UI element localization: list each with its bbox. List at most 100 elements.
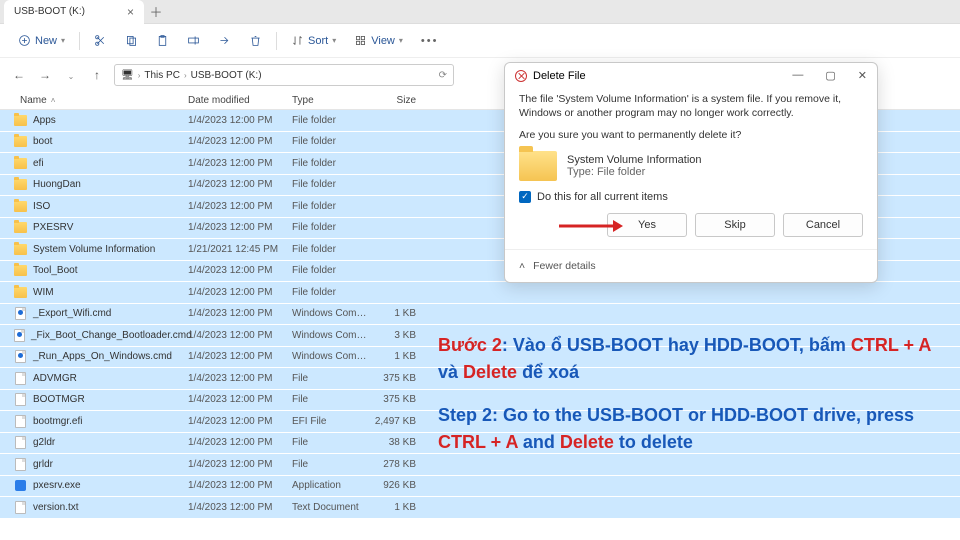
forward-button[interactable]: → — [36, 68, 54, 82]
refresh-icon[interactable]: ⟳ — [439, 70, 447, 81]
file-size: 3 KB — [372, 330, 428, 341]
back-button[interactable]: ← — [10, 68, 28, 82]
file-date: 1/4/2023 12:00 PM — [188, 459, 292, 470]
file-type: Text Document — [292, 502, 372, 513]
crumb-root[interactable]: This PC — [144, 70, 180, 81]
file-date: 1/4/2023 12:00 PM — [188, 201, 292, 212]
chevron-up-icon: ˄ — [519, 260, 525, 272]
file-icon — [15, 415, 26, 428]
copy-button[interactable] — [119, 30, 144, 51]
file-type: File folder — [292, 244, 372, 255]
file-type: File folder — [292, 201, 372, 212]
copy-icon — [125, 34, 138, 47]
sort-button[interactable]: Sort ▾ — [285, 30, 342, 51]
folder-icon — [14, 158, 27, 169]
col-header-name[interactable]: Name ˄ — [0, 95, 188, 106]
exe-icon — [15, 480, 26, 491]
file-type: File folder — [292, 158, 372, 169]
close-tab-icon[interactable]: × — [127, 5, 134, 19]
recent-button[interactable]: ⌄ — [62, 68, 80, 82]
folder-icon — [14, 136, 27, 147]
delete-dialog: Delete File — ▢ ✕ The file 'System Volum… — [504, 62, 878, 283]
sort-asc-icon: ˄ — [51, 96, 56, 105]
file-type: File — [292, 459, 372, 470]
file-name: Tool_Boot — [33, 265, 77, 276]
file-type: File folder — [292, 222, 372, 233]
separator — [79, 32, 80, 50]
file-size: 1 KB — [372, 351, 428, 362]
skip-button[interactable]: Skip — [695, 213, 775, 237]
file-size: 375 KB — [372, 373, 428, 384]
file-size: 375 KB — [372, 394, 428, 405]
file-type: EFI File — [292, 416, 372, 427]
file-date: 1/4/2023 12:00 PM — [188, 179, 292, 190]
paste-button[interactable] — [150, 30, 175, 51]
up-button[interactable]: ↑ — [88, 68, 106, 82]
file-icon — [15, 501, 26, 514]
file-type: Windows Comma... — [292, 351, 372, 362]
delete-button[interactable] — [243, 30, 268, 51]
file-row[interactable]: version.txt1/4/2023 12:00 PMText Documen… — [0, 497, 960, 519]
share-icon — [218, 34, 231, 47]
minimize-button[interactable]: — — [792, 69, 803, 82]
dialog-titlebar: Delete File — ▢ ✕ — [505, 63, 877, 88]
file-name: ADVMGR — [33, 373, 77, 384]
view-button[interactable]: View ▾ — [348, 30, 409, 51]
cmd-file-icon — [15, 350, 26, 363]
file-date: 1/4/2023 12:00 PM — [188, 437, 292, 448]
rename-button[interactable] — [181, 30, 206, 51]
window-titlebar: USB-BOOT (K:) × ＋ — [0, 0, 960, 24]
address-bar[interactable]: 🖥 › This PC › USB-BOOT (K:) ⟳ — [114, 64, 454, 86]
file-icon — [15, 372, 26, 385]
delete-circle-icon — [515, 70, 527, 82]
file-row[interactable]: WIM 1/4/2023 12:00 PMFile folder — [0, 282, 960, 304]
col-header-date[interactable]: Date modified — [188, 95, 292, 106]
file-icon — [15, 393, 26, 406]
dialog-footer[interactable]: ˄ Fewer details — [505, 249, 877, 282]
file-date: 1/4/2023 12:00 PM — [188, 330, 292, 341]
file-date: 1/4/2023 12:00 PM — [188, 222, 292, 233]
file-row[interactable]: _Export_Wifi.cmd1/4/2023 12:00 PMWindows… — [0, 304, 960, 326]
cancel-button[interactable]: Cancel — [783, 213, 863, 237]
folder-icon — [519, 151, 557, 181]
file-icon — [15, 436, 26, 449]
file-name: WIM — [33, 287, 54, 298]
file-name: _Run_Apps_On_Windows.cmd — [33, 351, 172, 362]
share-button[interactable] — [212, 30, 237, 51]
dialog-checkbox-row[interactable]: ✓ Do this for all current items — [519, 191, 863, 203]
close-button[interactable]: ✕ — [858, 69, 867, 82]
dialog-item-type: Type: File folder — [567, 166, 702, 178]
file-type: Windows Comma... — [292, 330, 372, 341]
cut-button[interactable] — [88, 30, 113, 51]
file-name: System Volume Information — [33, 244, 155, 255]
col-header-type[interactable]: Type — [292, 95, 372, 106]
dialog-message-2: Are you sure you want to permanently del… — [519, 128, 863, 142]
file-date: 1/4/2023 12:00 PM — [188, 158, 292, 169]
more-button[interactable]: ••• — [415, 31, 445, 51]
folder-icon — [14, 201, 27, 212]
rename-icon — [187, 34, 200, 47]
checkbox-checked-icon[interactable]: ✓ — [519, 191, 531, 203]
maximize-button[interactable]: ▢ — [825, 69, 835, 82]
dialog-item-name: System Volume Information — [567, 154, 702, 166]
file-row[interactable]: pxesrv.exe1/4/2023 12:00 PMApplication92… — [0, 476, 960, 498]
window-tab[interactable]: USB-BOOT (K:) × — [4, 0, 144, 24]
folder-icon — [14, 222, 27, 233]
folder-icon — [14, 179, 27, 190]
view-icon — [354, 34, 367, 47]
col-header-size[interactable]: Size — [372, 95, 428, 106]
file-name: g2ldr — [33, 437, 55, 448]
new-button[interactable]: New ▾ — [12, 30, 71, 51]
new-label: New — [35, 35, 57, 47]
file-date: 1/4/2023 12:00 PM — [188, 394, 292, 405]
file-type: File folder — [292, 136, 372, 147]
file-type: File folder — [292, 287, 372, 298]
crumb-current[interactable]: USB-BOOT (K:) — [191, 70, 262, 81]
new-tab-button[interactable]: ＋ — [144, 2, 168, 21]
file-size: 1 KB — [372, 502, 428, 513]
file-date: 1/4/2023 12:00 PM — [188, 373, 292, 384]
file-type: File folder — [292, 115, 372, 126]
file-name: _Fix_Boot_Change_Bootloader.cmd — [31, 330, 192, 341]
file-date: 1/4/2023 12:00 PM — [188, 287, 292, 298]
file-name: efi — [33, 158, 44, 169]
